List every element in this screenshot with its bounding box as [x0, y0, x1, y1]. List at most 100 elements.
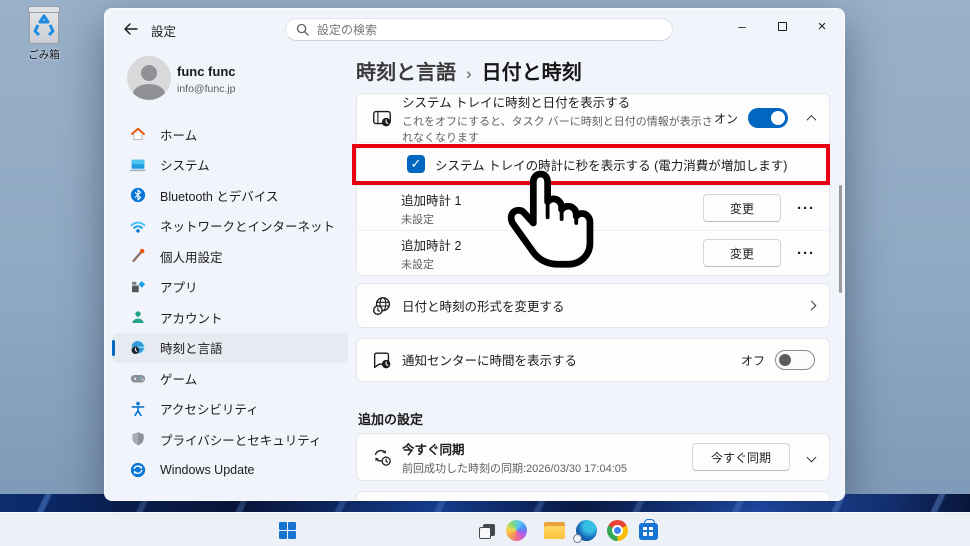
settings-search-placeholder: 設定の検索	[317, 23, 378, 37]
toggle-knob	[779, 354, 791, 366]
content-scrollbar[interactable]	[839, 185, 842, 293]
taskbar-clock-icon	[373, 110, 391, 127]
sidebar-item-personalization[interactable]: 個人用設定	[112, 241, 348, 272]
datetime-format-card[interactable]: 日付と時刻の形式を変更する	[356, 283, 830, 328]
search-icon	[296, 23, 309, 36]
chevron-down-icon[interactable]	[806, 452, 817, 462]
sync-card: 今すぐ同期 前回成功した時刻の同期:2026/03/30 17:04:05 今す…	[356, 433, 830, 481]
sidebar-item-label: Bluetooth とデバイス	[160, 189, 279, 204]
globe-clock-icon	[372, 296, 391, 315]
sidebar-item-windows-update[interactable]: Windows Update	[112, 455, 348, 486]
windows-logo-icon	[278, 521, 296, 539]
change-clock-1-button[interactable]: 変更	[702, 194, 781, 222]
settings-window: 設定 設定の検索 – × func func info@func.jp ホーム	[104, 8, 845, 501]
notification-center-title: 通知センターに時間を表示する	[402, 354, 578, 368]
chevron-right-icon	[806, 300, 817, 311]
notification-clock-icon	[373, 352, 391, 369]
additional-settings-header: 追加の設定	[358, 412, 424, 427]
sidebar-item-label: ネットワークとインターネット	[160, 220, 336, 235]
sync-title: 今すぐ同期	[402, 442, 465, 457]
more-options-icon[interactable]: ···	[797, 200, 815, 217]
task-view-button[interactable]	[475, 518, 501, 542]
toggle-knob	[771, 111, 785, 125]
sidebar-item-home[interactable]: ホーム	[112, 119, 348, 150]
accessibility-icon	[131, 401, 145, 416]
window-titlebar[interactable]: 設定 設定の検索 – ×	[105, 9, 844, 47]
back-arrow-icon	[124, 23, 138, 35]
file-explorer-button[interactable]	[541, 518, 567, 542]
sidebar-item-label: ホーム	[160, 128, 198, 143]
avatar[interactable]	[127, 56, 171, 100]
recycle-bin-label: ごみ箱	[28, 49, 60, 61]
desktop: ごみ箱 設定 設定の検索 – × func func info@func.jp	[0, 0, 970, 546]
time-language-icon	[131, 340, 145, 354]
more-options-icon[interactable]: ···	[797, 245, 815, 262]
toggle-state-label: オン	[713, 111, 738, 126]
tray-clock-toggle[interactable]	[748, 108, 788, 128]
home-icon	[131, 128, 145, 141]
maximize-icon	[777, 21, 787, 31]
task-view-icon-front	[479, 527, 491, 539]
notification-center-card: 通知センターに時間を表示する オフ	[356, 338, 830, 382]
start-button[interactable]	[274, 518, 300, 542]
sidebar-item-label: 時刻と言語	[160, 342, 223, 357]
privacy-shield-icon	[132, 432, 144, 446]
change-clock-2-button[interactable]: 変更	[702, 239, 781, 267]
network-icon	[130, 221, 146, 233]
accounts-icon	[132, 311, 144, 324]
bluetooth-icon	[130, 188, 146, 203]
microsoft-store-button[interactable]	[635, 518, 661, 542]
breadcrumb-parent[interactable]: 時刻と言語	[356, 56, 456, 85]
system-icon	[130, 159, 146, 171]
microsoft-store-icon	[638, 519, 658, 540]
sidebar-item-bluetooth[interactable]: Bluetooth とデバイス	[112, 180, 348, 211]
datetime-format-title: 日付と時刻の形式を変更する	[402, 299, 565, 314]
minimize-button[interactable]: –	[722, 13, 762, 39]
sidebar-item-network[interactable]: ネットワークとインターネット	[112, 211, 348, 242]
sidebar-item-label: アカウント	[160, 311, 223, 326]
copilot-icon	[505, 519, 527, 541]
chrome-icon	[606, 519, 628, 541]
sidebar-item-accessibility[interactable]: アクセシビリティ	[112, 394, 348, 425]
edge-profile-badge	[572, 533, 582, 543]
sidebar-item-label: アプリ	[160, 281, 198, 296]
back-button[interactable]	[117, 18, 145, 40]
sidebar-item-time-language[interactable]: 時刻と言語	[112, 332, 348, 363]
toggle-state-label: オフ	[740, 353, 765, 368]
tray-clock-title: システム トレイに時刻と日付を表示する	[402, 95, 631, 110]
sync-now-button[interactable]: 今すぐ同期	[691, 443, 790, 471]
edge-icon	[572, 519, 597, 543]
sidebar-item-label: 個人用設定	[160, 250, 223, 265]
sidebar-item-apps[interactable]: アプリ	[112, 272, 348, 303]
sidebar-item-system[interactable]: システム	[112, 150, 348, 181]
sidebar-item-gaming[interactable]: ゲーム	[112, 363, 348, 394]
sidebar-item-label: Windows Update	[160, 462, 255, 477]
notification-center-toggle[interactable]	[775, 350, 815, 370]
recycle-bin-shortcut[interactable]: ごみ箱	[18, 6, 70, 62]
sidebar-item-accounts[interactable]: アカウント	[112, 302, 348, 333]
profile-name: func func	[177, 64, 236, 79]
chrome-button[interactable]	[604, 518, 630, 542]
sync-clock-icon	[374, 449, 391, 466]
avatar-head	[141, 65, 157, 81]
recycle-bin-icon	[28, 6, 60, 44]
sidebar-item-privacy[interactable]: プライバシーとセキュリティ	[112, 424, 348, 455]
hand-cursor-icon	[507, 170, 594, 268]
close-button[interactable]: ×	[802, 13, 842, 39]
sidebar-item-label: プライバシーとセキュリティ	[160, 433, 322, 448]
file-explorer-icon	[543, 521, 565, 539]
copilot-button[interactable]	[503, 518, 529, 542]
profile-email: info@func.jp	[177, 83, 236, 95]
window-title: 設定	[151, 25, 177, 39]
personalization-icon	[132, 249, 145, 263]
settings-search-input[interactable]: 設定の検索	[285, 18, 673, 41]
sidebar-item-label: ゲーム	[160, 372, 198, 387]
breadcrumb-separator-icon: ›	[466, 64, 472, 83]
sync-last-success: 前回成功した時刻の同期:2026/03/30 17:04:05	[402, 462, 627, 475]
maximize-button[interactable]	[762, 13, 802, 39]
taskbar: 検索 ⚙ A 17:06:27 2026/03/30	[0, 512, 970, 546]
chevron-up-icon[interactable]	[806, 114, 817, 125]
breadcrumb: 時刻と言語 › 日付と時刻	[356, 56, 582, 85]
tray-clock-row[interactable]: システム トレイに時刻と日付を表示する これをオフにすると、タスク バーに時刻と…	[357, 94, 829, 144]
edge-button[interactable]	[572, 518, 599, 543]
